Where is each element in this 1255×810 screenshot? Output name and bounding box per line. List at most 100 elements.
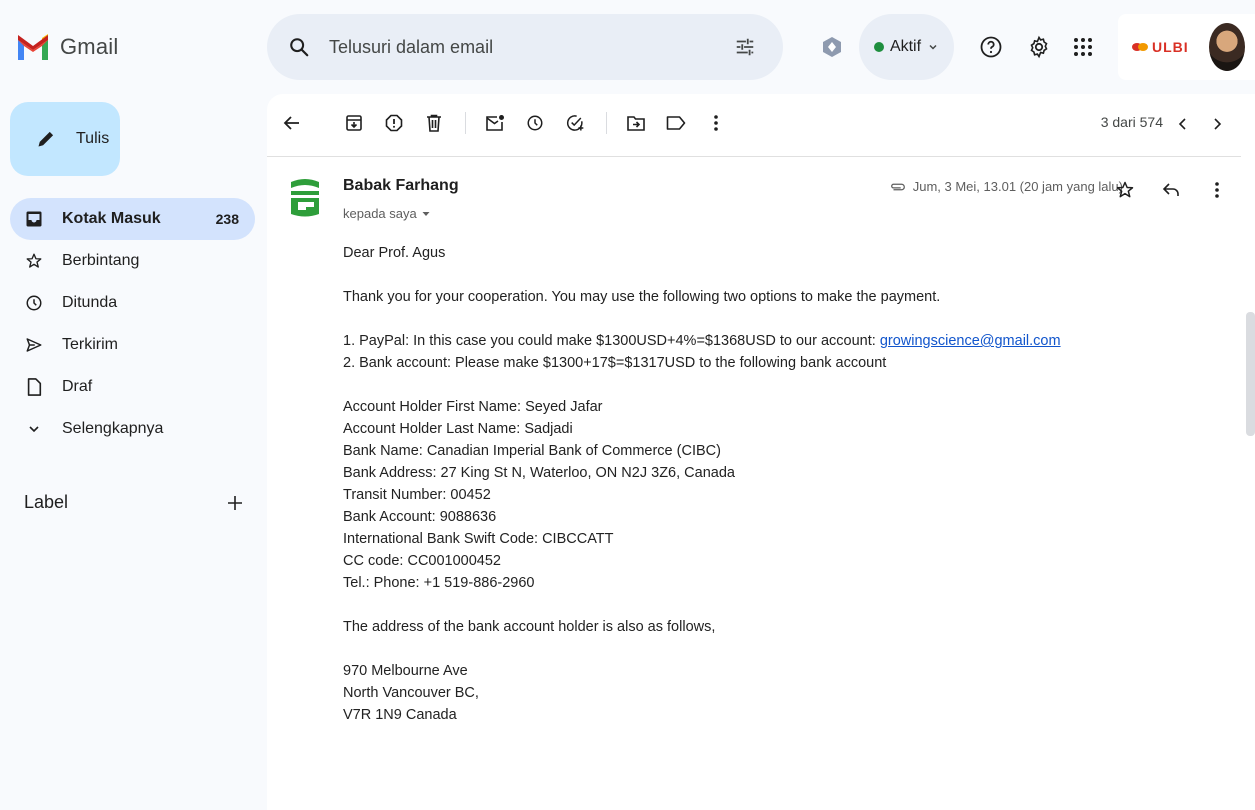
email-view: 3 dari 574 Babak Farhang kepada saya Jum… bbox=[267, 94, 1255, 810]
sidebar-item-sent[interactable]: Terkirim bbox=[0, 324, 255, 366]
compose-label: Tulis bbox=[76, 130, 110, 147]
payment-option-paypal: 1. PayPal: In this case you could make $… bbox=[343, 330, 1223, 352]
bank-detail-line: CC code: CC001000452 bbox=[343, 553, 501, 569]
address-line: V7R 1N9 Canada bbox=[343, 707, 457, 723]
add-task-button[interactable] bbox=[558, 106, 592, 140]
clock-icon bbox=[26, 295, 42, 311]
more-vert-icon bbox=[714, 115, 718, 131]
app-name: Gmail bbox=[60, 34, 119, 59]
sidebar-item-drafts[interactable]: Draf bbox=[0, 366, 255, 408]
bank-detail-line: Bank Account: 9088636 bbox=[343, 509, 497, 525]
bank-detail-line: Account Holder Last Name: Sadjadi bbox=[343, 421, 573, 437]
help-button[interactable] bbox=[973, 29, 1009, 65]
plus-icon[interactable] bbox=[226, 494, 244, 512]
more-actions-button[interactable] bbox=[699, 106, 733, 140]
send-icon bbox=[26, 338, 42, 352]
attachment-icon bbox=[890, 183, 905, 190]
search-button[interactable] bbox=[281, 29, 317, 65]
archive-button[interactable] bbox=[337, 106, 371, 140]
pagination-count: 3 dari 574 bbox=[1100, 114, 1163, 130]
search-input[interactable] bbox=[327, 35, 727, 59]
email-actions bbox=[1107, 172, 1235, 208]
ulbi-mark-icon bbox=[1132, 43, 1148, 51]
reply-button[interactable] bbox=[1153, 172, 1189, 208]
newer-button[interactable] bbox=[1165, 106, 1201, 142]
move-folder-icon bbox=[627, 116, 645, 131]
email-toolbar bbox=[267, 94, 1241, 152]
address-line: North Vancouver BC, bbox=[343, 685, 479, 701]
sidebar-item-label: Selengkapnya bbox=[62, 420, 164, 437]
trash-icon bbox=[427, 114, 441, 132]
reply-icon bbox=[1162, 183, 1179, 196]
star-button[interactable] bbox=[1107, 172, 1143, 208]
help-icon bbox=[980, 36, 1002, 58]
email-intro: Thank you for your cooperation. You may … bbox=[343, 289, 941, 305]
message-more-button[interactable] bbox=[1199, 172, 1235, 208]
sender-name[interactable]: Babak Farhang bbox=[343, 177, 459, 195]
sidebar-item-snoozed[interactable]: Ditunda bbox=[0, 282, 255, 324]
account-area[interactable]: ULBI bbox=[1118, 14, 1255, 80]
inbox-count: 238 bbox=[215, 211, 239, 227]
gemini-button[interactable] bbox=[814, 29, 850, 65]
star-icon bbox=[1116, 181, 1134, 198]
compose-button[interactable]: Tulis bbox=[10, 102, 120, 176]
hexagon-icon bbox=[823, 37, 841, 57]
address-intro: The address of the bank account holder i… bbox=[343, 619, 716, 635]
sidebar-item-label: Berbintang bbox=[62, 252, 140, 269]
snooze-button[interactable] bbox=[518, 106, 552, 140]
back-button[interactable] bbox=[275, 106, 309, 140]
apps-grid-icon bbox=[1074, 38, 1092, 56]
archive-icon bbox=[346, 115, 362, 131]
paypal-email-link[interactable]: growingscience@gmail.com bbox=[880, 333, 1061, 349]
tune-icon bbox=[736, 38, 754, 56]
status-selector[interactable]: Aktif bbox=[859, 14, 954, 80]
paypal-text: 1. PayPal: In this case you could make $… bbox=[343, 333, 880, 349]
label-icon bbox=[666, 116, 686, 130]
address-line: 970 Melbourne Ave bbox=[343, 663, 468, 679]
status-dot bbox=[873, 42, 884, 52]
status-label: Aktif bbox=[889, 38, 922, 55]
email-date: Jum, 3 Mei, 13.01 (20 jam yang lalu) bbox=[912, 179, 1123, 194]
toolbar-divider bbox=[465, 112, 466, 134]
inbox-icon bbox=[26, 211, 42, 227]
recipient-details[interactable]: kepada saya bbox=[343, 206, 431, 221]
apps-button[interactable] bbox=[1065, 29, 1101, 65]
more-vert-icon bbox=[1215, 182, 1219, 198]
report-spam-button[interactable] bbox=[377, 106, 411, 140]
email-meta: Jum, 3 Mei, 13.01 (20 jam yang lalu) bbox=[889, 179, 1123, 194]
gmail-m-icon bbox=[18, 34, 48, 60]
chevron-down-icon bbox=[29, 426, 39, 433]
arrow-left-icon bbox=[283, 116, 299, 130]
star-icon bbox=[26, 253, 42, 268]
report-icon bbox=[385, 114, 403, 132]
search-options-button[interactable] bbox=[727, 29, 763, 65]
label-button[interactable] bbox=[659, 106, 693, 140]
move-to-button[interactable] bbox=[619, 106, 653, 140]
email-body: Dear Prof. Agus Thank you for your coope… bbox=[343, 242, 1223, 726]
scrollbar-thumb[interactable] bbox=[1246, 312, 1255, 436]
gear-icon bbox=[1030, 35, 1048, 59]
sidebar-item-label: Ditunda bbox=[62, 294, 118, 311]
org-name: ULBI bbox=[1152, 39, 1189, 55]
sidebar-item-starred[interactable]: Berbintang bbox=[0, 240, 255, 282]
bank-detail-line: Transit Number: 00452 bbox=[343, 487, 491, 503]
sidebar-item-inbox[interactable]: Kotak Masuk 238 bbox=[10, 198, 255, 240]
pencil-icon bbox=[38, 131, 54, 147]
search-bar bbox=[267, 14, 783, 80]
settings-button[interactable] bbox=[1021, 29, 1057, 65]
draft-icon bbox=[27, 378, 42, 396]
delete-button[interactable] bbox=[417, 106, 451, 140]
payment-option-bank: 2. Bank account: Please make $1300+17$=$… bbox=[343, 355, 887, 371]
sender-avatar[interactable] bbox=[287, 178, 323, 218]
caret-down-icon bbox=[422, 211, 430, 216]
older-button[interactable] bbox=[1199, 106, 1235, 142]
gmail-logo[interactable]: Gmail bbox=[16, 27, 166, 67]
email-greeting: Dear Prof. Agus bbox=[343, 245, 446, 261]
mark-unread-button[interactable] bbox=[478, 106, 512, 140]
chevron-down-icon bbox=[929, 44, 937, 50]
toolbar-separator bbox=[267, 156, 1241, 157]
sidebar-item-more[interactable]: Selengkapnya bbox=[0, 408, 255, 450]
chevron-right-icon bbox=[1214, 118, 1222, 130]
sidebar-item-label: Terkirim bbox=[62, 336, 118, 353]
avatar[interactable] bbox=[1208, 23, 1245, 71]
